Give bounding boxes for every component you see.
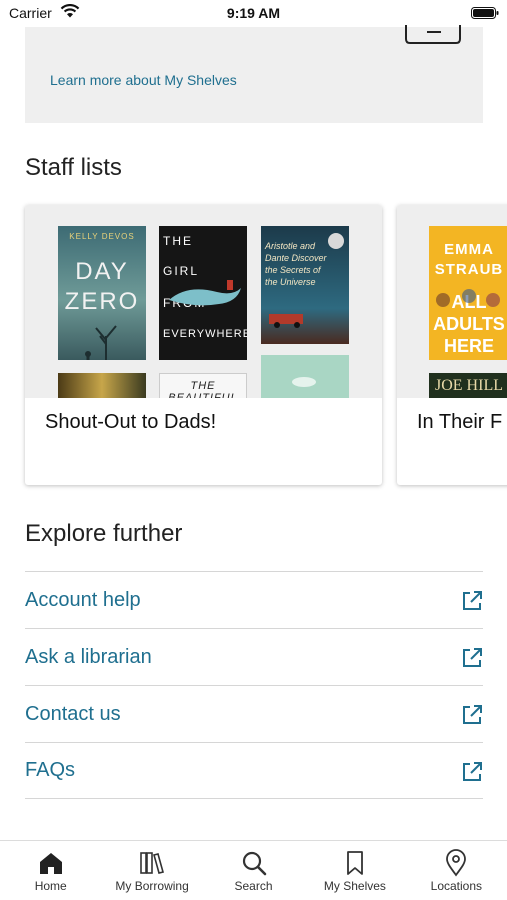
cover-author: EMMA STRAUB bbox=[434, 241, 504, 278]
book-cover[interactable]: KELLY DEVOS DAY ZERO bbox=[58, 226, 146, 360]
book-cover[interactable]: Aristotle and Dante Discover the Secrets… bbox=[261, 226, 349, 344]
app-screen: Carrier 9:19 AM Learn more about My Shel… bbox=[0, 0, 507, 900]
cover-title: THE BEAUTIFUL bbox=[168, 380, 238, 398]
battery-icon bbox=[471, 7, 499, 19]
cover-author: KELLY DEVOS bbox=[69, 232, 135, 241]
my-shelves-banner: Learn more about My Shelves bbox=[25, 25, 483, 123]
book-cover[interactable] bbox=[261, 355, 349, 398]
cover-collage: KELLY DEVOS DAY ZERO THE GIRL FROM EVERY… bbox=[25, 205, 382, 398]
home-icon bbox=[39, 853, 62, 874]
explore-link-faqs[interactable]: FAQs bbox=[25, 742, 483, 799]
cover-title: GIRL bbox=[163, 264, 200, 278]
cover-title: EVERYWHERE bbox=[163, 328, 247, 340]
external-link-icon bbox=[463, 762, 482, 781]
status-bar: Carrier 9:19 AM bbox=[0, 0, 507, 27]
explore-link-contact-us[interactable]: Contact us bbox=[25, 685, 483, 742]
tab-label: Locations bbox=[430, 879, 483, 893]
staff-list-title: In Their F bbox=[417, 411, 503, 433]
location-pin-icon bbox=[446, 849, 467, 877]
external-link-icon bbox=[463, 648, 482, 667]
people-illustration-icon bbox=[436, 289, 500, 307]
tab-label: Home bbox=[34, 879, 67, 893]
books-icon bbox=[140, 852, 165, 874]
clock: 9:19 AM bbox=[226, 5, 281, 21]
learn-more-link[interactable]: Learn more about My Shelves bbox=[50, 72, 237, 88]
cover-title: Aristotle and Dante Discover the Secrets… bbox=[265, 241, 327, 287]
search-icon bbox=[242, 851, 266, 876]
book-cover[interactable] bbox=[58, 373, 146, 398]
cover-title: THE bbox=[163, 234, 193, 248]
external-link-icon bbox=[463, 705, 482, 724]
explore-link-label: Ask a librarian bbox=[25, 645, 152, 668]
bookmark-icon bbox=[347, 851, 363, 875]
explore-further-heading: Explore further bbox=[25, 520, 183, 547]
tree-silhouette-icon bbox=[85, 325, 117, 360]
book-cover[interactable]: JOE HILL bbox=[429, 373, 507, 398]
book-cover[interactable]: THE GIRL FROM EVERYWHERE bbox=[159, 226, 247, 360]
explore-link-account-help[interactable]: Account help bbox=[25, 571, 483, 628]
shelf-illustration-icon bbox=[405, 25, 461, 44]
tab-locations[interactable]: Locations bbox=[406, 841, 507, 900]
tab-label: My Borrowing bbox=[115, 879, 189, 893]
tab-home[interactable]: Home bbox=[0, 841, 101, 900]
cover-title: DAY bbox=[75, 258, 129, 285]
bottom-tab-bar: Home My Borrowing Search My Shelves Loca… bbox=[0, 840, 507, 900]
cover-author: JOE HILL bbox=[435, 377, 503, 394]
explore-link-label: FAQs bbox=[25, 759, 76, 781]
staff-list-card[interactable]: EMMA STRAUB ALL ADULTS HERE JOE HILL In … bbox=[397, 205, 507, 485]
tab-label: My Shelves bbox=[323, 879, 386, 893]
explore-links-list: Account help Ask a librarian Contact us … bbox=[25, 571, 483, 799]
illustration-icon bbox=[292, 377, 316, 387]
staff-lists-heading: Staff lists bbox=[25, 154, 122, 181]
tab-my-shelves[interactable]: My Shelves bbox=[304, 841, 405, 900]
tab-label: Search bbox=[234, 879, 273, 893]
cover-title: ZERO bbox=[64, 288, 140, 315]
explore-link-label: Account help bbox=[25, 588, 141, 611]
explore-link-label: Contact us bbox=[25, 702, 121, 725]
cover-collage: EMMA STRAUB ALL ADULTS HERE JOE HILL bbox=[397, 205, 507, 398]
tab-my-borrowing[interactable]: My Borrowing bbox=[101, 841, 202, 900]
whale-illustration-icon bbox=[169, 280, 241, 306]
staff-list-title: Shout-Out to Dads! bbox=[45, 411, 217, 433]
book-cover[interactable]: THE BEAUTIFUL bbox=[159, 373, 247, 398]
staff-list-card[interactable]: KELLY DEVOS DAY ZERO THE GIRL FROM EVERY… bbox=[25, 205, 382, 485]
tab-search[interactable]: Search bbox=[203, 841, 304, 900]
moon-icon bbox=[328, 233, 344, 249]
explore-link-ask-librarian[interactable]: Ask a librarian bbox=[25, 628, 483, 685]
external-link-icon bbox=[463, 591, 482, 610]
book-cover[interactable]: EMMA STRAUB ALL ADULTS HERE bbox=[429, 226, 507, 360]
truck-illustration-icon bbox=[269, 314, 303, 328]
